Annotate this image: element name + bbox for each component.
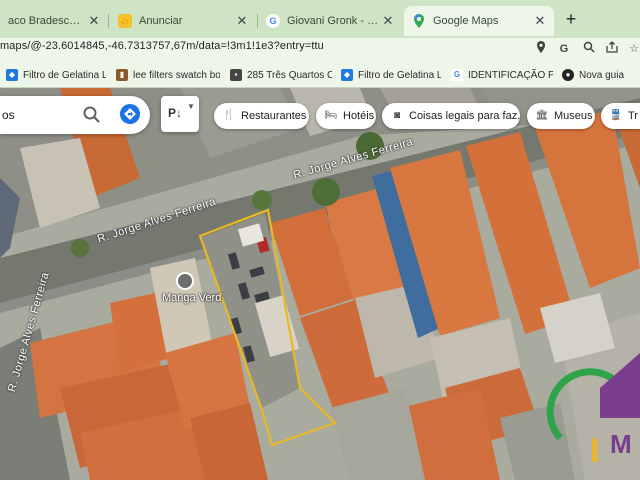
chip-transit[interactable]: 🚆 Tr (601, 103, 640, 129)
bookmark-label: lee filters swatch bo... (133, 69, 220, 81)
layer-toggle-button[interactable]: P↓ ▼ (161, 96, 199, 132)
camera-icon: ◙ (393, 110, 401, 121)
bookmark-label: Filtro de Gelatina L... (358, 69, 441, 81)
svg-text:M: M (610, 429, 632, 459)
bed-icon: 🛏 (324, 110, 338, 121)
svg-text:I: I (590, 432, 599, 470)
tab-bradesco[interactable]: aco Bradesco | Entre N ✕ (0, 6, 108, 36)
tab-title: Anunciar (139, 15, 183, 27)
directions-icon[interactable] (120, 104, 140, 124)
bookmark-site-icon: ▮ (116, 69, 128, 81)
bookmark-item[interactable]: ◆ Filtro de Gelatina L... (6, 67, 106, 83)
bookmark-item[interactable]: ● Nova guia (562, 67, 638, 83)
chip-things-to-do[interactable]: ◙ Coisas legais para faz... (382, 103, 520, 129)
tab-anunciar[interactable]: 🤝 Anunciar ✕ (110, 6, 256, 36)
address-bar: maps/@-23.6014845,-46.7313757,67m/data=!… (0, 38, 640, 62)
chip-label: Tr (628, 110, 638, 122)
bookmark-site-icon: ▪ (230, 69, 242, 81)
zoom-icon[interactable] (581, 41, 597, 57)
chip-museums[interactable]: 🏛 Museus (527, 103, 595, 129)
google-lens-icon[interactable]: G (556, 41, 572, 57)
chip-label: Restaurantes (241, 110, 307, 122)
chip-label: Hotéis (343, 110, 375, 122)
bookmarks-bar: ◆ Filtro de Gelatina L... ▮ lee filters … (0, 62, 640, 88)
share-icon[interactable] (604, 41, 620, 57)
bookmark-label: Nova guia (579, 69, 625, 81)
chip-label: Coisas legais para faz... (409, 110, 520, 122)
bookmark-label: 285 Três Quartos C... (247, 69, 332, 81)
globe-icon: ● (562, 69, 574, 81)
museum-icon: 🏛 (535, 110, 549, 121)
bookmark-item[interactable]: G IDENTIFICAÇÃO PA... (451, 67, 553, 83)
satellite-imagery: I M (0, 88, 640, 480)
location-icon[interactable] (533, 41, 549, 57)
bookmark-label: IDENTIFICAÇÃO PA... (468, 69, 553, 81)
bookmark-item[interactable]: ▮ lee filters swatch bo... (116, 67, 220, 83)
bookmark-site-icon: ◆ (341, 69, 353, 81)
google-icon: G (451, 69, 463, 81)
maps-search-box[interactable]: os (0, 96, 150, 134)
bookmark-item[interactable]: ▪ 285 Três Quartos C... (230, 67, 332, 83)
gas-station-icon: P↓ (168, 106, 183, 120)
search-input[interactable]: os (2, 108, 15, 122)
new-tab-button[interactable]: + (561, 10, 581, 30)
chip-label: Museus (554, 110, 593, 122)
close-icon[interactable]: ✕ (380, 13, 396, 29)
bookmark-item[interactable]: ◆ Filtro de Gelatina L... (341, 67, 441, 83)
place-label[interactable]: Manga Verd (162, 292, 221, 304)
bookmark-label: Filtro de Gelatina L... (23, 69, 106, 81)
chevron-down-icon: ▼ (187, 102, 195, 111)
google-icon: G (266, 14, 280, 28)
url-field[interactable]: maps/@-23.6014845,-46.7313757,67m/data=!… (0, 40, 324, 52)
satellite-map[interactable]: I M R. Jorge Alves Ferreira R. Jorge Alv… (0, 88, 640, 480)
handshake-icon: 🤝 (118, 14, 132, 28)
tab-title: Giovani Gronk - Pesquisa (287, 15, 380, 27)
maps-pin-icon (412, 14, 426, 28)
bookmark-site-icon: ◆ (6, 69, 18, 81)
transit-icon: 🚆 (609, 110, 623, 121)
search-icon[interactable] (82, 105, 102, 125)
close-icon[interactable]: ✕ (532, 13, 548, 29)
tab-google-search[interactable]: G Giovani Gronk - Pesquisa ✕ (258, 6, 402, 36)
tab-title: Google Maps (433, 15, 499, 27)
close-icon[interactable]: ✕ (86, 13, 102, 29)
chip-restaurants[interactable]: 🍴 Restaurantes (214, 103, 309, 129)
tab-strip: aco Bradesco | Entre N ✕ 🤝 Anunciar ✕ G … (0, 0, 640, 38)
tab-divider (108, 14, 109, 28)
tab-title: aco Bradesco | Entre N (8, 15, 86, 27)
bookmark-star-icon[interactable]: ☆ (626, 41, 640, 57)
tab-google-maps[interactable]: Google Maps ✕ (404, 6, 554, 36)
fork-knife-icon: 🍴 (222, 110, 236, 121)
place-marker-icon[interactable] (176, 272, 194, 290)
chip-hotels[interactable]: 🛏 Hotéis (316, 103, 376, 129)
close-icon[interactable]: ✕ (234, 13, 250, 29)
